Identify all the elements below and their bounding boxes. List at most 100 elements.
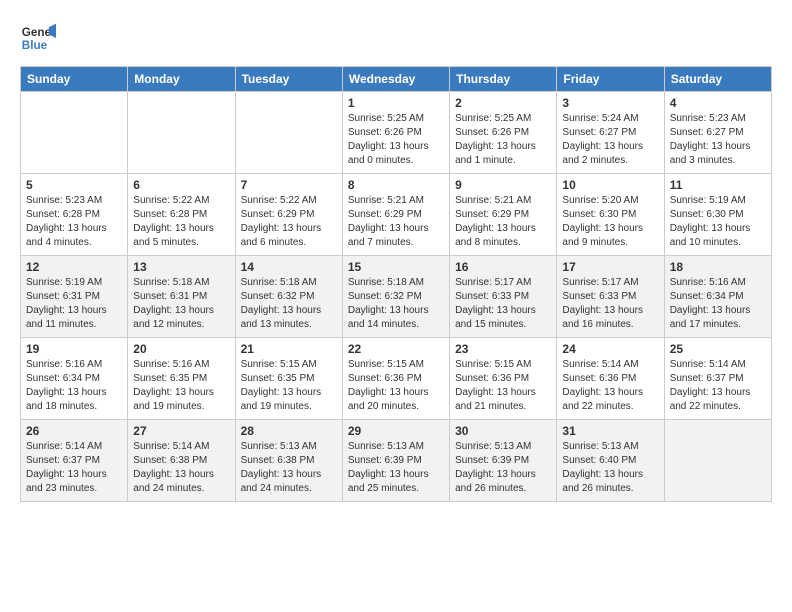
calendar-cell: 14 Sunrise: 5:18 AM Sunset: 6:32 PM Dayli…	[235, 256, 342, 338]
day-number: 9	[455, 178, 551, 192]
day-detail: Sunrise: 5:19 AM Sunset: 6:30 PM Dayligh…	[670, 194, 766, 250]
day-detail: Sunrise: 5:23 AM Sunset: 6:27 PM Dayligh…	[670, 112, 766, 168]
day-detail: Sunrise: 5:16 AM Sunset: 6:35 PM Dayligh…	[133, 358, 229, 414]
day-number: 18	[670, 260, 766, 274]
day-detail: Sunrise: 5:17 AM Sunset: 6:33 PM Dayligh…	[455, 276, 551, 332]
calendar-cell: 20 Sunrise: 5:16 AM Sunset: 6:35 PM Dayli…	[128, 338, 235, 420]
day-detail: Sunrise: 5:15 AM Sunset: 6:35 PM Dayligh…	[241, 358, 337, 414]
calendar-cell: 31Sunrise: 5:13 AM Sunset: 6:40 PM Dayli…	[557, 420, 664, 502]
col-header-monday: Monday	[128, 67, 235, 92]
day-number: 28	[241, 424, 337, 438]
calendar-cell: 29 Sunrise: 5:13 AM Sunset: 6:39 PM Dayli…	[342, 420, 449, 502]
col-header-sunday: Sunday	[21, 67, 128, 92]
calendar-cell: 9 Sunrise: 5:21 AM Sunset: 6:29 PM Daylig…	[450, 174, 557, 256]
day-detail: Sunrise: 5:15 AM Sunset: 6:36 PM Dayligh…	[455, 358, 551, 414]
day-detail: Sunrise: 5:14 AM Sunset: 6:36 PM Dayligh…	[562, 358, 658, 414]
calendar-week-4: 19Sunrise: 5:16 AM Sunset: 6:34 PM Dayli…	[21, 338, 772, 420]
day-number: 12	[26, 260, 122, 274]
calendar-cell	[128, 92, 235, 174]
day-number: 17	[562, 260, 658, 274]
day-number: 4	[670, 96, 766, 110]
day-number: 15	[348, 260, 444, 274]
calendar-week-1: 1 Sunrise: 5:25 AM Sunset: 6:26 PM Daylig…	[21, 92, 772, 174]
calendar-cell: 3Sunrise: 5:24 AM Sunset: 6:27 PM Daylig…	[557, 92, 664, 174]
day-number: 13	[133, 260, 229, 274]
calendar-cell: 8 Sunrise: 5:21 AM Sunset: 6:29 PM Daylig…	[342, 174, 449, 256]
day-number: 1	[348, 96, 444, 110]
day-number: 11	[670, 178, 766, 192]
calendar-cell	[664, 420, 771, 502]
col-header-thursday: Thursday	[450, 67, 557, 92]
day-detail: Sunrise: 5:15 AM Sunset: 6:36 PM Dayligh…	[348, 358, 444, 414]
day-number: 14	[241, 260, 337, 274]
svg-text:Blue: Blue	[22, 39, 48, 52]
day-detail: Sunrise: 5:18 AM Sunset: 6:32 PM Dayligh…	[241, 276, 337, 332]
day-detail: Sunrise: 5:14 AM Sunset: 6:38 PM Dayligh…	[133, 440, 229, 496]
day-number: 26	[26, 424, 122, 438]
calendar-cell	[21, 92, 128, 174]
calendar-cell: 2Sunrise: 5:25 AM Sunset: 6:26 PM Daylig…	[450, 92, 557, 174]
day-detail: Sunrise: 5:23 AM Sunset: 6:28 PM Dayligh…	[26, 194, 122, 250]
col-header-wednesday: Wednesday	[342, 67, 449, 92]
day-number: 3	[562, 96, 658, 110]
calendar-week-3: 12 Sunrise: 5:19 AM Sunset: 6:31 PM Dayli…	[21, 256, 772, 338]
calendar-cell: 19Sunrise: 5:16 AM Sunset: 6:34 PM Dayli…	[21, 338, 128, 420]
day-number: 29	[348, 424, 444, 438]
calendar-cell: 27 Sunrise: 5:14 AM Sunset: 6:38 PM Dayli…	[128, 420, 235, 502]
day-detail: Sunrise: 5:22 AM Sunset: 6:28 PM Dayligh…	[133, 194, 229, 250]
calendar-week-5: 26 Sunrise: 5:14 AM Sunset: 6:37 PM Dayli…	[21, 420, 772, 502]
page-header: General Blue	[20, 20, 772, 56]
calendar-cell: 22 Sunrise: 5:15 AM Sunset: 6:36 PM Dayli…	[342, 338, 449, 420]
day-detail: Sunrise: 5:19 AM Sunset: 6:31 PM Dayligh…	[26, 276, 122, 332]
logo: General Blue	[20, 20, 56, 56]
calendar-cell	[235, 92, 342, 174]
calendar-cell: 21 Sunrise: 5:15 AM Sunset: 6:35 PM Dayli…	[235, 338, 342, 420]
logo-icon: General Blue	[20, 20, 56, 56]
day-detail: Sunrise: 5:25 AM Sunset: 6:26 PM Dayligh…	[455, 112, 551, 168]
calendar-table: SundayMondayTuesdayWednesdayThursdayFrid…	[20, 66, 772, 502]
day-detail: Sunrise: 5:13 AM Sunset: 6:38 PM Dayligh…	[241, 440, 337, 496]
day-number: 5	[26, 178, 122, 192]
day-detail: Sunrise: 5:13 AM Sunset: 6:40 PM Dayligh…	[562, 440, 658, 496]
day-detail: Sunrise: 5:16 AM Sunset: 6:34 PM Dayligh…	[670, 276, 766, 332]
day-number: 21	[241, 342, 337, 356]
calendar-cell: 10Sunrise: 5:20 AM Sunset: 6:30 PM Dayli…	[557, 174, 664, 256]
day-number: 6	[133, 178, 229, 192]
day-detail: Sunrise: 5:16 AM Sunset: 6:34 PM Dayligh…	[26, 358, 122, 414]
day-number: 22	[348, 342, 444, 356]
day-detail: Sunrise: 5:25 AM Sunset: 6:26 PM Dayligh…	[348, 112, 444, 168]
calendar-cell: 28 Sunrise: 5:13 AM Sunset: 6:38 PM Dayli…	[235, 420, 342, 502]
day-detail: Sunrise: 5:21 AM Sunset: 6:29 PM Dayligh…	[348, 194, 444, 250]
calendar-cell: 12 Sunrise: 5:19 AM Sunset: 6:31 PM Dayli…	[21, 256, 128, 338]
day-detail: Sunrise: 5:14 AM Sunset: 6:37 PM Dayligh…	[26, 440, 122, 496]
calendar-cell: 26 Sunrise: 5:14 AM Sunset: 6:37 PM Dayli…	[21, 420, 128, 502]
day-number: 23	[455, 342, 551, 356]
calendar-cell: 18 Sunrise: 5:16 AM Sunset: 6:34 PM Dayli…	[664, 256, 771, 338]
day-detail: Sunrise: 5:21 AM Sunset: 6:29 PM Dayligh…	[455, 194, 551, 250]
col-header-friday: Friday	[557, 67, 664, 92]
col-header-saturday: Saturday	[664, 67, 771, 92]
calendar-cell: 25Sunrise: 5:14 AM Sunset: 6:37 PM Dayli…	[664, 338, 771, 420]
day-number: 25	[670, 342, 766, 356]
calendar-cell: 15 Sunrise: 5:18 AM Sunset: 6:32 PM Dayli…	[342, 256, 449, 338]
calendar-cell: 30 Sunrise: 5:13 AM Sunset: 6:39 PM Dayli…	[450, 420, 557, 502]
day-number: 8	[348, 178, 444, 192]
day-detail: Sunrise: 5:20 AM Sunset: 6:30 PM Dayligh…	[562, 194, 658, 250]
day-number: 30	[455, 424, 551, 438]
day-detail: Sunrise: 5:18 AM Sunset: 6:32 PM Dayligh…	[348, 276, 444, 332]
day-detail: Sunrise: 5:18 AM Sunset: 6:31 PM Dayligh…	[133, 276, 229, 332]
day-detail: Sunrise: 5:13 AM Sunset: 6:39 PM Dayligh…	[455, 440, 551, 496]
calendar-cell: 16Sunrise: 5:17 AM Sunset: 6:33 PM Dayli…	[450, 256, 557, 338]
calendar-cell: 13 Sunrise: 5:18 AM Sunset: 6:31 PM Dayli…	[128, 256, 235, 338]
calendar-cell: 17 Sunrise: 5:17 AM Sunset: 6:33 PM Dayli…	[557, 256, 664, 338]
calendar-cell: 7Sunrise: 5:22 AM Sunset: 6:29 PM Daylig…	[235, 174, 342, 256]
day-number: 20	[133, 342, 229, 356]
day-number: 27	[133, 424, 229, 438]
col-header-tuesday: Tuesday	[235, 67, 342, 92]
day-number: 24	[562, 342, 658, 356]
day-detail: Sunrise: 5:17 AM Sunset: 6:33 PM Dayligh…	[562, 276, 658, 332]
calendar-cell: 24 Sunrise: 5:14 AM Sunset: 6:36 PM Dayli…	[557, 338, 664, 420]
day-detail: Sunrise: 5:13 AM Sunset: 6:39 PM Dayligh…	[348, 440, 444, 496]
header-row: SundayMondayTuesdayWednesdayThursdayFrid…	[21, 67, 772, 92]
calendar-cell: 1 Sunrise: 5:25 AM Sunset: 6:26 PM Daylig…	[342, 92, 449, 174]
